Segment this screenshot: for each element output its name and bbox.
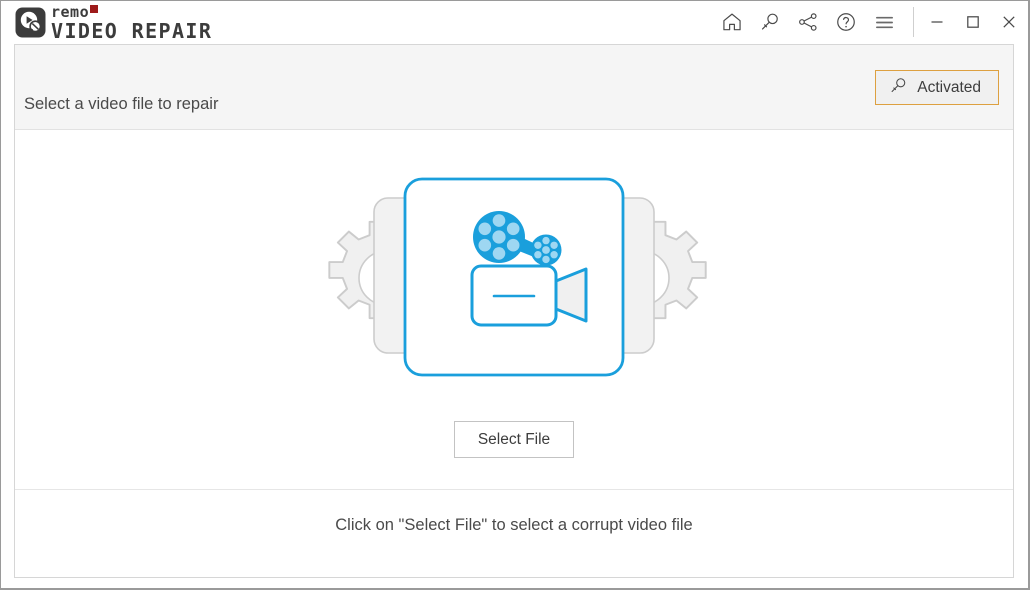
select-file-button[interactable]: Select File (454, 421, 574, 458)
brand-logo: remo VIDEO REPAIR (15, 4, 212, 41)
remo-logo-icon (15, 7, 46, 38)
film-reel-small (530, 234, 562, 266)
film-reel-large (473, 211, 525, 263)
brand-accent-dot (90, 5, 99, 13)
titlebar-separator (913, 7, 914, 37)
titlebar-actions (713, 2, 1027, 42)
video-repair-illustration (304, 169, 724, 387)
key-icon[interactable] (751, 2, 789, 42)
footer-hint-text: Click on "Select File" to select a corru… (335, 516, 693, 534)
brand-remo-label: remo (51, 2, 90, 21)
share-icon[interactable] (789, 2, 827, 42)
key-icon (889, 76, 908, 100)
title-bar: remo VIDEO REPAIR (2, 2, 1027, 42)
activated-button[interactable]: Activated (875, 70, 999, 105)
select-file-label: Select File (477, 430, 551, 448)
home-icon[interactable] (713, 2, 751, 42)
window-controls (919, 2, 1027, 42)
brand-remo-text: remo (51, 2, 212, 21)
main-content: Select File (14, 131, 1014, 489)
brand-product-text: VIDEO REPAIR (51, 18, 213, 43)
application-window: remo VIDEO REPAIR Select a video file to… (0, 0, 1030, 590)
page-title: Select a video file to repair (24, 95, 219, 113)
footer-area: Click on "Select File" to select a corru… (14, 490, 1014, 578)
menu-icon[interactable] (865, 2, 903, 42)
header-band: Select a video file to repair Activated (14, 44, 1014, 130)
maximize-button[interactable] (955, 2, 991, 42)
minimize-button[interactable] (919, 2, 955, 42)
help-icon[interactable] (827, 2, 865, 42)
brand-wordmark: remo VIDEO REPAIR (51, 2, 213, 43)
activated-label: Activated (917, 78, 981, 96)
close-button[interactable] (991, 2, 1027, 42)
